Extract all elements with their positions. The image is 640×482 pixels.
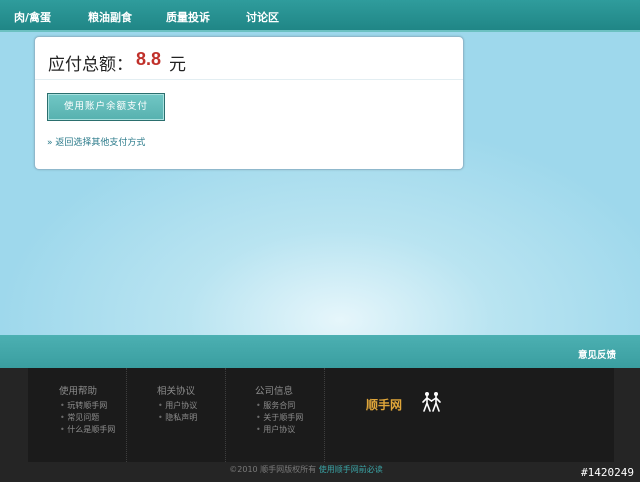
amount-value: 8.8 [136, 49, 162, 69]
footer: 使用帮助 玩转顺手网 常见问题 什么是顺手网 相关协议 用户协议 隐私声明 公司… [0, 368, 640, 482]
footer-link[interactable]: 用户协议 [256, 424, 303, 436]
payment-panel: 应付总额： 8.8 元 使用账户余额支付 » 返回选择其他支付方式 [34, 36, 464, 170]
currency-unit: 元 [169, 55, 186, 75]
footer-link[interactable]: 什么是顺手网 [60, 424, 115, 436]
footer-column-help: 使用帮助 玩转顺手网 常见问题 什么是顺手网 [28, 368, 127, 462]
nav-item-grain-oil[interactable]: 粮油副食 [88, 9, 132, 25]
footer-link-list: 玩转顺手网 常见问题 什么是顺手网 [60, 400, 115, 436]
payment-amount-header: 应付总额： 8.8 元 [35, 37, 463, 80]
feedback-link[interactable]: 意见反馈 [578, 347, 616, 361]
footer-link-list: 用户协议 隐私声明 [158, 400, 197, 424]
footer-link[interactable]: 隐私声明 [158, 412, 197, 424]
top-navigation: 肉/禽蛋 粮油副食 质量投诉 讨论区 [0, 0, 640, 32]
brand-name: 顺手网 [366, 398, 403, 412]
footer-column-company: 公司信息 服务合同 关于顺手网 用户协议 [226, 368, 325, 462]
footer-column-agreements: 相关协议 用户协议 隐私声明 [127, 368, 226, 462]
footer-link[interactable]: 关于顺手网 [256, 412, 303, 424]
nav-item-meat-eggs[interactable]: 肉/禽蛋 [14, 9, 51, 25]
footer-link[interactable]: 玩转顺手网 [60, 400, 115, 412]
walking-people-icon [422, 392, 441, 412]
terms-link[interactable]: 使用顺手网前必读 [319, 465, 383, 474]
amount-label: 应付总额： [48, 55, 133, 75]
nav-item-quality-complaint[interactable]: 质量投诉 [166, 9, 210, 25]
footer-link-list: 服务合同 关于顺手网 用户协议 [256, 400, 303, 436]
pay-with-balance-button[interactable]: 使用账户余额支付 [47, 93, 165, 121]
footer-links-area: 使用帮助 玩转顺手网 常见问题 什么是顺手网 相关协议 用户协议 隐私声明 公司… [28, 368, 614, 462]
back-to-payment-methods-link[interactable]: » 返回选择其他支付方式 [47, 135, 145, 148]
footer-column-title: 使用帮助 [59, 386, 98, 397]
feedback-bar: 意见反馈 [0, 335, 640, 368]
nav-item-discussion[interactable]: 讨论区 [246, 9, 279, 25]
footer-column-title: 相关协议 [157, 386, 196, 397]
footer-column-title: 公司信息 [255, 386, 294, 397]
footer-link[interactable]: 常见问题 [60, 412, 115, 424]
image-watermark: #1420249 [581, 466, 634, 479]
copyright: ©2010 顺手网版权所有 使用顺手网前必读 [0, 464, 612, 475]
footer-link[interactable]: 用户协议 [158, 400, 197, 412]
footer-link[interactable]: 服务合同 [256, 400, 303, 412]
copyright-text: ©2010 顺手网版权所有 [229, 465, 317, 474]
